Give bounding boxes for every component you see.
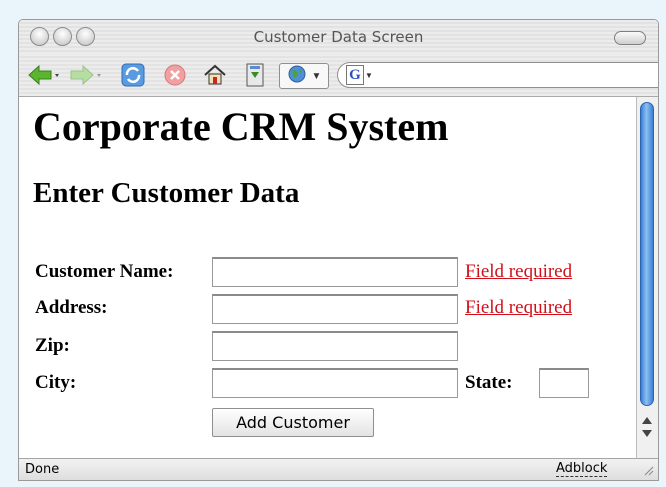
stop-icon[interactable]: [161, 62, 189, 88]
title-bar: Customer Data Screen: [19, 20, 658, 55]
city-input[interactable]: [212, 368, 458, 398]
scroll-up-arrow-icon[interactable]: [642, 417, 652, 424]
search-field[interactable]: G ▼: [337, 62, 658, 88]
customer-name-input[interactable]: [212, 257, 458, 287]
page-title: Corporate CRM System: [33, 104, 449, 149]
state-label: State:: [465, 372, 513, 393]
back-arrow-icon[interactable]: [27, 62, 61, 88]
adblock-link[interactable]: Adblock: [556, 462, 608, 477]
status-bar: Done Adblock: [19, 458, 658, 480]
scroll-down-arrow-icon[interactable]: [642, 430, 652, 437]
status-text: Done: [25, 462, 60, 477]
zip-input[interactable]: [212, 331, 458, 361]
browser-window: Customer Data Screen ▼ G ▼ Corporate CRM…: [18, 19, 659, 481]
google-search-icon: G: [346, 65, 364, 85]
state-input[interactable]: [539, 368, 589, 398]
address-error: Field required: [465, 297, 573, 318]
page-subtitle: Enter Customer Data: [33, 177, 300, 209]
customer-name-error: Field required: [465, 261, 573, 282]
city-label: City:: [35, 372, 77, 393]
search-engine-chevron-icon: ▼: [365, 70, 373, 80]
address-label: Address:: [35, 297, 108, 318]
toolbar-toggle-button[interactable]: [614, 31, 646, 45]
vertical-scrollbar[interactable]: [636, 97, 658, 459]
forward-arrow-icon[interactable]: [69, 62, 103, 88]
bookmark-icon[interactable]: [241, 62, 269, 88]
home-icon[interactable]: [201, 62, 229, 88]
window-title: Customer Data Screen: [253, 28, 424, 46]
zip-label: Zip:: [35, 335, 70, 356]
scrollbar-thumb[interactable]: [640, 102, 654, 406]
globe-dropdown-button[interactable]: ▼: [279, 63, 329, 89]
add-customer-button[interactable]: Add Customer: [212, 408, 374, 437]
address-input[interactable]: [212, 294, 458, 324]
customer-name-label: Customer Name:: [35, 261, 174, 282]
browser-toolbar: ▼ G ▼: [19, 54, 658, 97]
chevron-down-icon: ▼: [311, 70, 322, 82]
reload-icon[interactable]: [119, 62, 147, 88]
resize-grip-icon[interactable]: [642, 464, 654, 480]
globe-icon: [287, 64, 307, 89]
page-content: Corporate CRM System Enter Customer Data…: [19, 97, 636, 459]
